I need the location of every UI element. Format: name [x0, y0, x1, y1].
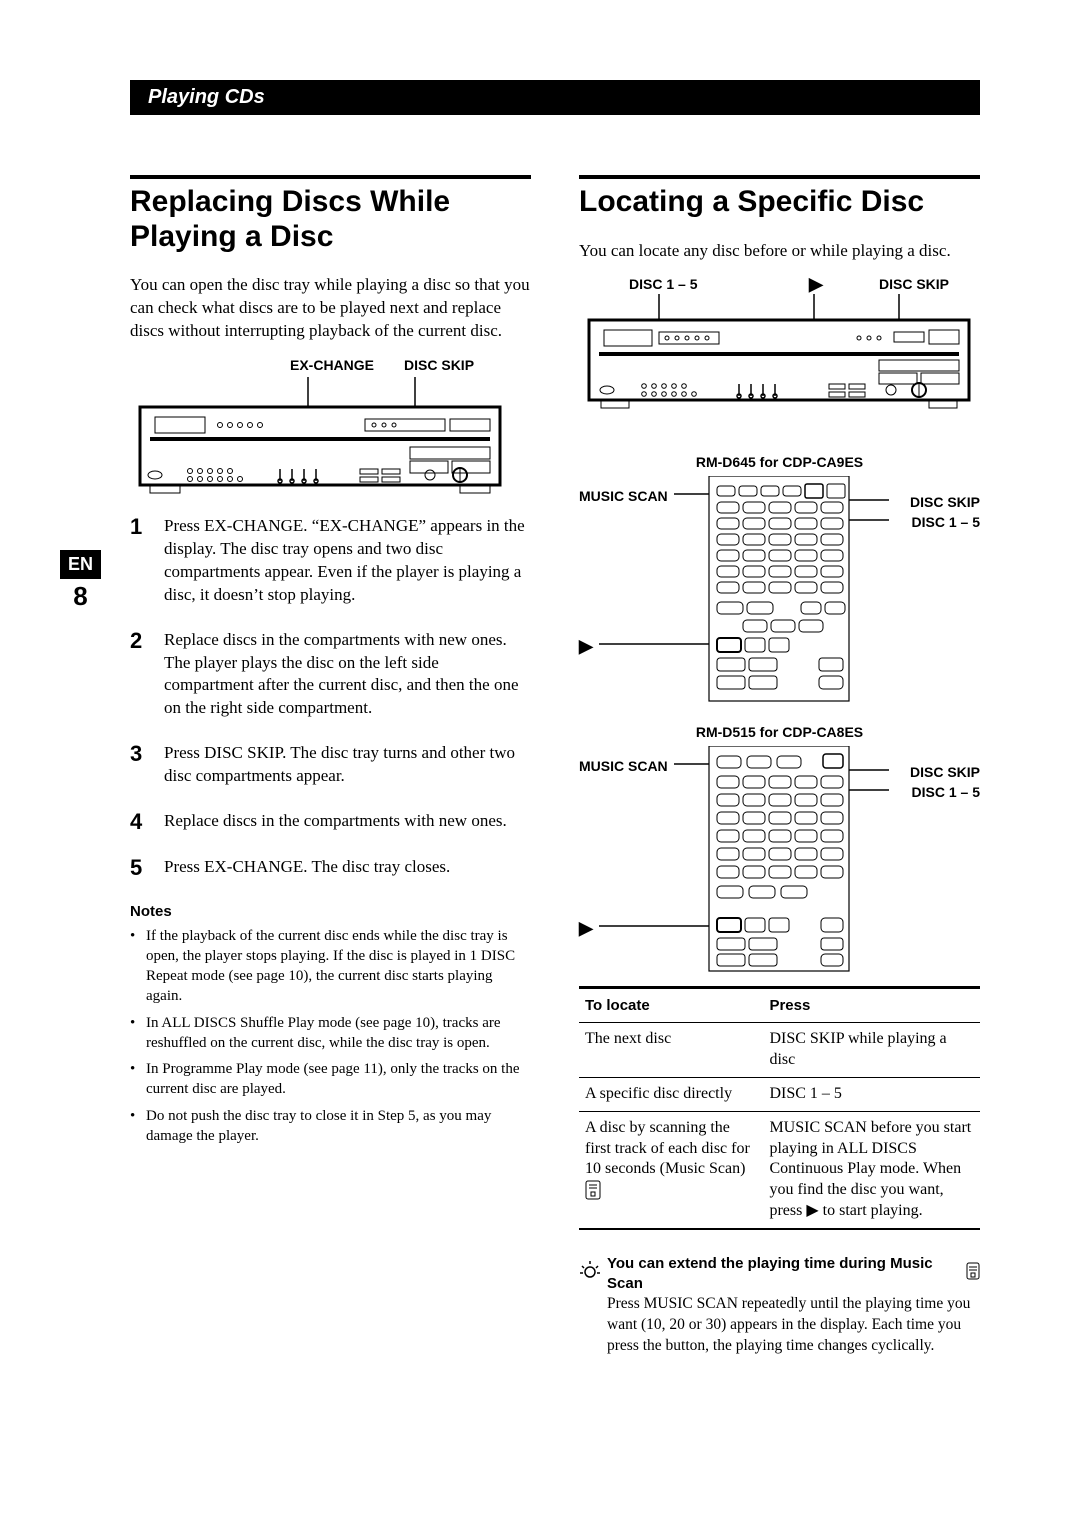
note-3: In Programme Play mode (see page 11), on… — [130, 1059, 531, 1100]
intro-left: You can open the disc tray while playing… — [130, 274, 531, 343]
table-row: A disc by scanning the first track of ea… — [579, 1111, 980, 1228]
tip-heading: You can extend the playing time during M… — [607, 1254, 960, 1295]
step-1: Press EX-CHANGE. “EX-CHANGE” appears in … — [164, 515, 531, 607]
divider — [130, 175, 531, 179]
lang-badge: EN — [60, 550, 101, 579]
remote-1-diagram: MUSIC SCAN ▶ DISC SKIP DISC 1 – 5 — [579, 476, 980, 706]
notes-list: If the playback of the current disc ends… — [130, 926, 531, 1147]
cd-player-diagram-left — [130, 377, 531, 497]
remote-2-diagram: MUSIC SCAN ▶ DISC SKIP DISC 1 – 5 — [579, 746, 980, 976]
note-1: If the playback of the current disc ends… — [130, 926, 531, 1007]
page-number: 8 — [60, 579, 101, 612]
label-discskip: DISC SKIP — [879, 276, 949, 292]
remote-1-title: RM-D645 for CDP-CA9ES — [579, 454, 980, 470]
remote-icon — [966, 1262, 980, 1286]
note-2: In ALL DISCS Shuffle Play mode (see page… — [130, 1013, 531, 1054]
notes-heading: Notes — [130, 903, 531, 920]
remote-2-title: RM-D515 for CDP-CA8ES — [579, 724, 980, 740]
cd-player-diagram-right: DISC 1 – 5 ▶ DISC SKIP — [579, 276, 980, 436]
table-row: The next disc DISC SKIP while playing a … — [579, 1023, 980, 1078]
steps-list: 1Press EX-CHANGE. “EX-CHANGE” appears in… — [130, 515, 531, 881]
intro-right: You can locate any disc before or while … — [579, 240, 980, 263]
locate-table: To locate Press The next disc DISC SKIP … — [579, 986, 980, 1229]
tip-block: You can extend the playing time during M… — [579, 1254, 980, 1357]
tip-body: Press MUSIC SCAN repeatedly until the pl… — [579, 1294, 980, 1357]
step-4: Replace discs in the compartments with n… — [164, 810, 507, 834]
figure-labels-left: EX-CHANGE DISC SKIP — [130, 357, 531, 373]
step-5: Press EX-CHANGE. The disc tray closes. — [164, 856, 450, 880]
step-3: Press DISC SKIP. The disc tray turns and… — [164, 742, 531, 788]
step-2: Replace discs in the compartments with n… — [164, 629, 531, 721]
label-discskip: DISC SKIP — [404, 357, 474, 373]
th-press: Press — [763, 988, 980, 1023]
play-icon: ▶ — [809, 274, 823, 295]
tip-icon — [579, 1260, 601, 1288]
label-exchange: EX-CHANGE — [290, 357, 374, 373]
section-header: Playing CDs — [130, 80, 980, 115]
table-row: A specific disc directly DISC 1 – 5 — [579, 1078, 980, 1112]
article-title-right: Locating a Specific Disc — [579, 185, 980, 220]
note-4: Do not push the disc tray to close it in… — [130, 1106, 531, 1147]
divider — [579, 175, 980, 179]
page-side-tab: EN 8 — [60, 550, 101, 612]
label-disc15: DISC 1 – 5 — [629, 276, 697, 292]
col-left: Replacing Discs While Playing a Disc You… — [130, 175, 531, 1357]
article-title-left: Replacing Discs While Playing a Disc — [130, 185, 531, 254]
remote-icon — [585, 1180, 601, 1207]
th-tolocate: To locate — [579, 988, 763, 1023]
col-right: Locating a Specific Disc You can locate … — [579, 175, 980, 1357]
